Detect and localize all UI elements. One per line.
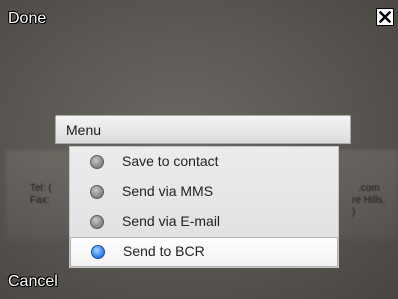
menu-item-send-via-mms[interactable]: Send via MMS	[70, 177, 338, 207]
camera-preview-screen: Tel: ( Fax: .com re Hills, ) Done Cancel…	[0, 0, 398, 299]
menu-popup: Menu Save to contact Send via MMS Send v…	[55, 115, 351, 271]
done-button[interactable]: Done	[8, 10, 46, 28]
close-button[interactable]	[376, 8, 394, 26]
menu-item-label: Send via E-mail	[122, 213, 221, 229]
card-text-domain: .com	[358, 183, 380, 194]
menu-item-label: Save to contact	[122, 153, 219, 169]
card-text-address-extra: )	[352, 207, 356, 218]
close-x-icon	[379, 11, 391, 23]
menu-item-label: Send via MMS	[122, 183, 214, 199]
menu-item-label: Send to BCR	[123, 243, 205, 259]
card-text-tel: Tel: (	[30, 183, 52, 194]
menu-title: Menu	[66, 122, 102, 138]
menu-item-send-to-bcr[interactable]: Send to BCR	[70, 237, 338, 267]
menu-item-send-via-email[interactable]: Send via E-mail	[70, 207, 338, 237]
radio-selected-icon	[91, 245, 105, 259]
radio-unselected-icon	[90, 155, 104, 169]
menu-list: Save to contact Send via MMS Send via E-…	[69, 146, 339, 268]
radio-unselected-icon	[90, 215, 104, 229]
card-text-address: re Hills,	[352, 195, 386, 206]
cancel-button[interactable]: Cancel	[8, 273, 58, 291]
radio-unselected-icon	[90, 185, 104, 199]
card-text-fax: Fax:	[30, 195, 50, 206]
menu-header: Menu	[55, 115, 351, 144]
menu-item-save-to-contact[interactable]: Save to contact	[70, 147, 338, 177]
